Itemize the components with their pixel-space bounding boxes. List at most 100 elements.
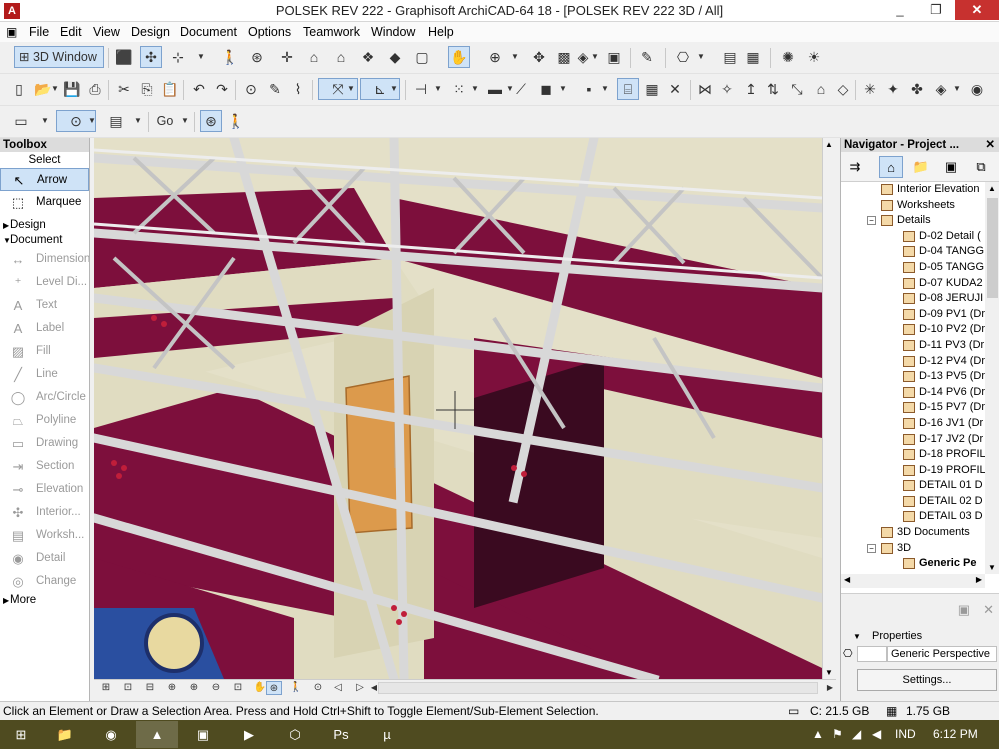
settings-circle-icon[interactable]: ◉ — [966, 78, 988, 100]
new-file-icon[interactable]: ▯ — [8, 78, 30, 100]
walk-icon[interactable]: 🚶 — [219, 46, 241, 68]
tree-item[interactable]: DETAIL 03 D — [841, 509, 985, 525]
paste-icon[interactable]: 📋 — [159, 78, 181, 100]
zoom-out-icon[interactable]: ⊖ — [208, 681, 224, 695]
menu-help[interactable]: Help — [428, 25, 454, 39]
settings-button[interactable]: Settings... — [857, 669, 997, 691]
volume-icon[interactable]: ◀ — [872, 727, 881, 741]
tray-expand-icon[interactable]: ▲ — [812, 727, 824, 741]
zoom-icon[interactable]: ⊡ — [120, 681, 136, 695]
view-id-field[interactable] — [857, 646, 887, 662]
orbit-icon[interactable]: ✣ — [140, 46, 162, 68]
group-more[interactable]: ▶ More — [0, 593, 89, 608]
explode-icon[interactable]: ◇ — [832, 78, 854, 100]
menu-view[interactable]: View — [93, 25, 120, 39]
tree-item[interactable]: 3D Documents — [841, 525, 985, 541]
navigator-scrollbar[interactable]: ▲ ▼ — [985, 182, 999, 574]
menu-window[interactable]: Window — [371, 25, 415, 39]
tab-view-map-icon[interactable]: 📁 — [909, 156, 933, 178]
align-dropdown[interactable]: ▼ — [433, 78, 443, 100]
tree-item[interactable]: D-11 PV3 (Dr — [841, 338, 985, 354]
new-folder-icon[interactable]: ▣ — [958, 602, 970, 618]
tool-circle[interactable]: ◯ Arc/Circle — [0, 386, 89, 409]
menu-teamwork[interactable]: Teamwork — [303, 25, 360, 39]
find-select-icon[interactable]: ⊙ — [240, 78, 262, 100]
snap-points-dropdown[interactable]: ▼ — [389, 78, 399, 100]
profile-icon[interactable]: ✤ — [906, 78, 928, 100]
properties-toggle[interactable]: ▼ Properties — [853, 630, 922, 642]
group-document[interactable]: ▼ Document — [0, 233, 89, 248]
tree-item[interactable]: D-16 JV1 (Dr — [841, 416, 985, 432]
palette-close-icon[interactable]: ✕ — [985, 138, 995, 152]
tool-level-dimension[interactable]: ⁺ Level Di... — [0, 271, 89, 294]
menu-edit[interactable]: Edit — [60, 25, 82, 39]
move-up-icon[interactable]: ↥ — [740, 78, 762, 100]
trim-icon[interactable]: ▬ — [484, 78, 506, 100]
navigator-horizontal-scrollbar[interactable]: ◀ ▶ — [841, 574, 985, 588]
tree-item[interactable]: D-02 Detail ( — [841, 229, 985, 245]
doc-icon[interactable]: ▣ — [6, 25, 17, 39]
tool-detail[interactable]: ◉ Detail — [0, 547, 89, 570]
close-button[interactable]: ✕ — [955, 0, 999, 20]
tool-elevation[interactable]: ⊸ Elevation — [0, 478, 89, 501]
save-icon[interactable]: 💾 — [61, 78, 83, 100]
network-tray-icon[interactable]: ◢ — [852, 727, 861, 741]
tool-fill[interactable]: ▨ Fill — [0, 340, 89, 363]
open-dropdown[interactable]: ▼ — [50, 78, 60, 100]
tree-item[interactable]: − Details — [841, 213, 985, 229]
tool-change[interactable]: ◎ Change — [0, 570, 89, 593]
elevate-icon[interactable]: ▪ — [578, 78, 600, 100]
tree-item[interactable]: D-13 PV5 (Dr — [841, 369, 985, 385]
layout-dropdown[interactable]: ▼ — [40, 110, 50, 132]
navigator-menu-icon[interactable]: ⇉ — [843, 156, 867, 178]
rotate-icon[interactable]: ✧ — [716, 78, 738, 100]
go-dropdown[interactable]: ▼ — [180, 110, 190, 132]
tool-dimension[interactable]: ↔ Dimension — [0, 248, 90, 271]
scroll-up-icon[interactable]: ▲ — [988, 184, 996, 193]
tree-item[interactable]: D-18 PROFIL — [841, 447, 985, 463]
undo-icon[interactable]: ↶ — [188, 78, 210, 100]
go-button[interactable]: Go — [153, 110, 177, 132]
object-icon[interactable]: ❖ — [357, 46, 379, 68]
axonometry-icon[interactable]: ⊹ — [167, 46, 189, 68]
home-icon[interactable]: ⌂ — [303, 46, 325, 68]
menu-design[interactable]: Design — [131, 25, 170, 39]
tree-item[interactable]: − 3D — [841, 541, 985, 557]
split-icon[interactable]: ⌂ — [810, 78, 832, 100]
menu-document[interactable]: Document — [180, 25, 237, 39]
section-view-icon[interactable]: ▢ — [411, 46, 433, 68]
morph-icon[interactable]: ✺ — [777, 46, 799, 68]
tree-item[interactable]: D-17 JV2 (Dr — [841, 432, 985, 448]
tree-item[interactable]: D-04 TANGG — [841, 244, 985, 260]
photoshop-icon[interactable]: Ps — [320, 721, 362, 748]
tab-publisher-icon[interactable]: ⧉ — [969, 156, 993, 178]
zone-icon[interactable]: ◆ — [384, 46, 406, 68]
collapse-toggle-icon[interactable]: − — [867, 216, 876, 226]
view-map-icon[interactable]: ▤ — [105, 110, 127, 132]
resize-icon[interactable]: ⤡ — [786, 78, 808, 100]
tree-item[interactable]: D-08 JERUJI — [841, 291, 985, 307]
utorrent-icon[interactable]: µ — [366, 721, 408, 748]
camera-icon[interactable]: ⎔ — [672, 46, 694, 68]
network-icon[interactable]: ⬡ — [274, 721, 316, 748]
tree-item[interactable]: DETAIL 01 D — [841, 478, 985, 494]
scroll-down-icon[interactable]: ▼ — [988, 563, 996, 572]
tool-worksheet[interactable]: ▤ Worksh... — [0, 524, 89, 547]
tree-item[interactable]: DETAIL 02 D — [841, 494, 985, 510]
tree-item[interactable]: Worksheets — [841, 198, 985, 214]
menu-options[interactable]: Options — [248, 25, 291, 39]
restore-button[interactable]: ❐ — [922, 0, 950, 20]
input-language[interactable]: IND — [895, 727, 916, 741]
distribute-dropdown[interactable]: ▼ — [470, 78, 480, 100]
zoom-in-icon[interactable]: ⊕ — [186, 681, 202, 695]
media-player-icon[interactable]: ▶ — [228, 721, 270, 748]
curtain-wall-icon[interactable]: ▦ — [641, 78, 663, 100]
scroll-down-icon[interactable]: ▼ — [825, 668, 833, 677]
viewport-vertical-scrollbar[interactable]: ▲ ▼ — [822, 138, 836, 679]
tree-item[interactable]: D-07 KUDA2 — [841, 276, 985, 292]
scroll-left-icon[interactable]: ◀ — [844, 575, 850, 584]
inject-icon[interactable]: ⌇ — [287, 78, 309, 100]
surface-painter-icon[interactable]: ✦ — [882, 78, 904, 100]
explore-icon[interactable]: ⊛ — [200, 110, 222, 132]
copy-icon[interactable]: ⎘ — [136, 78, 158, 100]
